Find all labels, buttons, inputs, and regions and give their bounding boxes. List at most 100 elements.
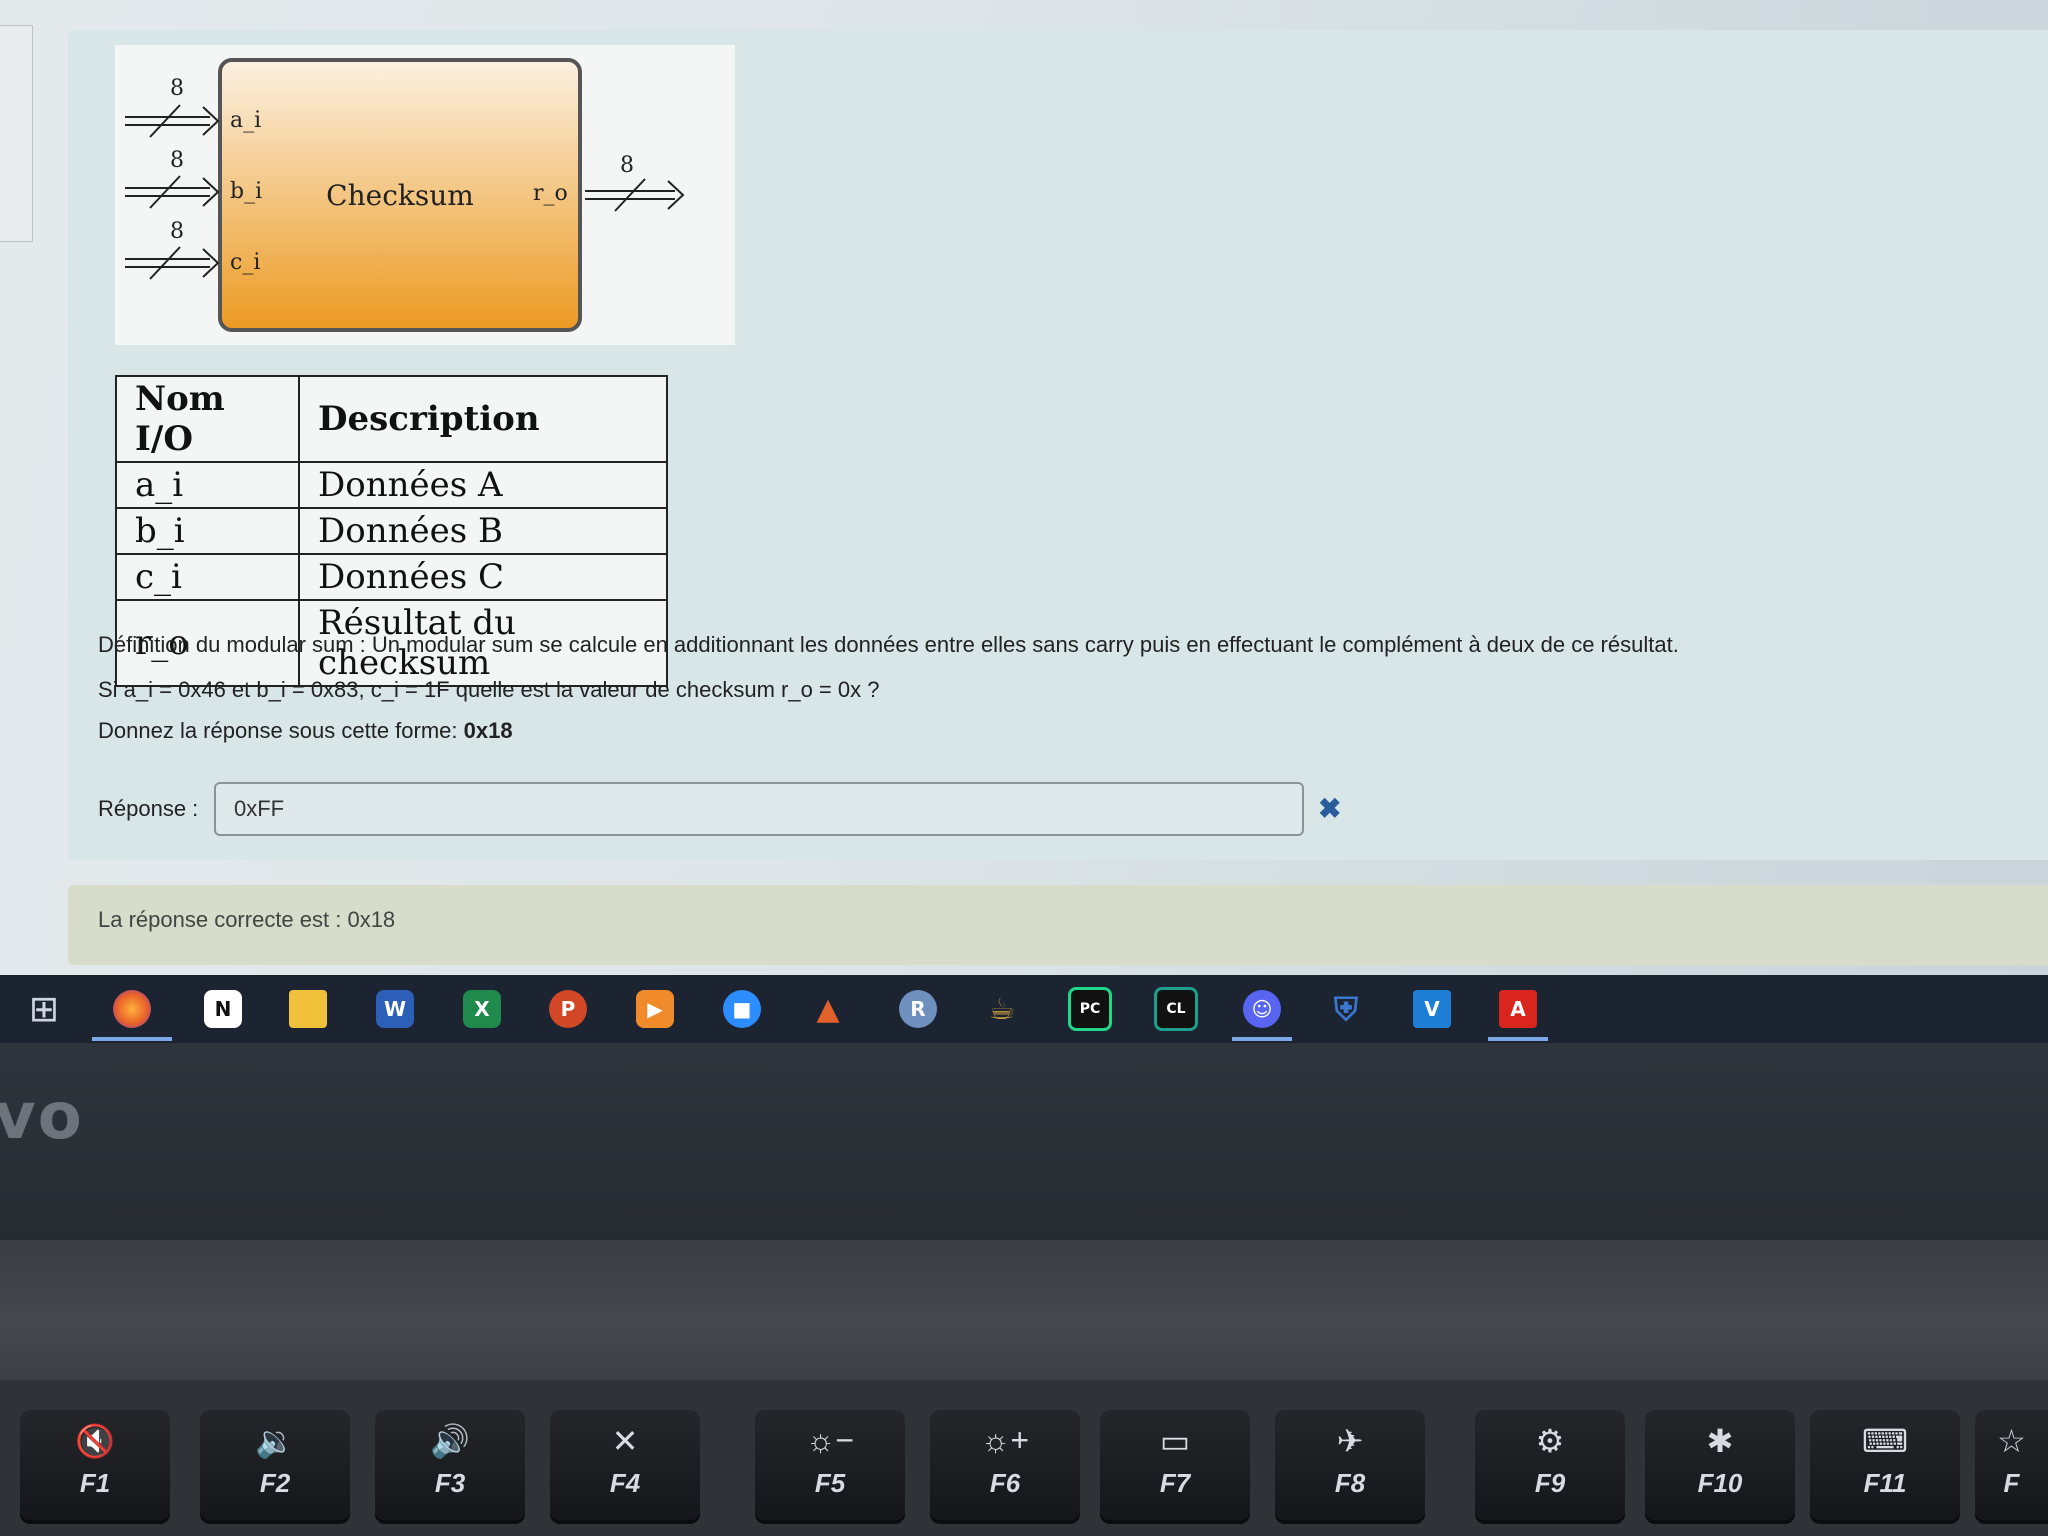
key-f2[interactable]: 🔉 F2 [200, 1410, 350, 1520]
left-nav-panel-edge [0, 25, 33, 242]
key-f9[interactable]: ⚙ F9 [1475, 1410, 1625, 1520]
io-desc-cell: Données B [298, 507, 668, 555]
input-width-c: 8 [170, 219, 184, 244]
table-row: b_i Données B [115, 507, 668, 555]
key-f5[interactable]: ☼− F5 [755, 1410, 905, 1520]
taskbar-powerpoint[interactable]: P [538, 981, 598, 1037]
diagram-svg: Checksum 8 a_i 8 b_i 8 c_i 8 r_o [125, 58, 685, 332]
taskbar-pycharm[interactable]: PC [1060, 981, 1120, 1037]
taskbar-word[interactable]: W [365, 981, 425, 1037]
taskbar-discord[interactable]: ☺ [1232, 981, 1292, 1041]
bluetooth-icon: ✱ [1706, 1423, 1734, 1459]
input-label-b: b_i [230, 179, 262, 204]
screen: Checksum 8 a_i 8 b_i 8 c_i 8 r_o Nom I/O… [0, 0, 2048, 975]
vscode-icon: V [1413, 990, 1451, 1028]
answer-format-prefix: Donnez la réponse sous cette forme: [98, 718, 464, 743]
answer-format-hint: Donnez la réponse sous cette forme: 0x18 [98, 718, 513, 744]
taskbar-r[interactable]: R [888, 981, 948, 1037]
powerpoint-icon: P [549, 990, 587, 1028]
table-row: c_i Données C [115, 553, 668, 601]
taskbar-matlab[interactable]: ▲ [798, 981, 858, 1037]
output-label-r: r_o [533, 181, 568, 206]
key-f12[interactable]: ☆ F [1975, 1410, 2048, 1520]
volume-up-icon: 🔊 [430, 1423, 470, 1459]
shield-icon: ⛨ [1333, 989, 1358, 1028]
input-width-b: 8 [170, 148, 184, 173]
table-row: a_i Données A [115, 461, 668, 509]
input-width-a: 8 [170, 76, 184, 101]
correct-answer-feedback: La réponse correcte est : 0x18 [68, 885, 2048, 965]
keyboard-icon: ⌨ [1861, 1423, 1909, 1459]
io-table-header-description: Description [298, 375, 668, 463]
io-desc-cell: Données C [298, 553, 668, 601]
key-f3[interactable]: 🔊 F3 [375, 1410, 525, 1520]
key-label: F5 [814, 1468, 846, 1498]
output-width-r: 8 [620, 153, 634, 178]
question-prompt: Si a_i = 0x46 et b_i = 0x83, c_i = 1F qu… [98, 677, 880, 702]
key-label: F11 [1863, 1468, 1907, 1498]
correct-answer-text: La réponse correcte est : 0x18 [98, 907, 396, 932]
media-player-icon: ▶ [636, 990, 674, 1028]
key-f11[interactable]: ⌨ F11 [1810, 1410, 1960, 1520]
key-label: F10 [1697, 1468, 1743, 1498]
key-label: F6 [989, 1468, 1021, 1498]
taskbar-excel[interactable]: X [452, 981, 512, 1037]
input-label-c: c_i [230, 250, 260, 275]
key-label: F1 [79, 1468, 111, 1498]
brightness-up-icon: ☼+ [980, 1422, 1029, 1458]
volume-down-icon: 🔉 [255, 1423, 295, 1459]
modular-sum-definition: Définition du modular sum : Un modular s… [98, 632, 1679, 657]
acrobat-icon: A [1499, 990, 1537, 1028]
key-label: F2 [259, 1468, 291, 1498]
key-label: F4 [609, 1468, 641, 1498]
key-f7[interactable]: ▭ F7 [1100, 1410, 1250, 1520]
taskbar-security[interactable]: ⛨ [1316, 981, 1376, 1037]
word-icon: W [376, 990, 414, 1028]
laptop-brand-logo: vo [0, 1080, 84, 1154]
taskbar-firefox[interactable] [92, 981, 172, 1041]
discord-icon: ☺ [1243, 990, 1281, 1028]
taskbar-file-explorer[interactable] [278, 981, 338, 1037]
wrong-cross-icon: ✖ [1318, 793, 1342, 824]
matlab-icon: ▲ [816, 991, 840, 1027]
key-label: F3 [434, 1468, 466, 1498]
io-table-header-name: Nom I/O [115, 375, 300, 463]
taskbar-clion[interactable]: CL [1146, 981, 1206, 1037]
star-icon: ☆ [1997, 1423, 2026, 1459]
brightness-down-icon: ☼− [805, 1422, 854, 1458]
io-table-header-row: Nom I/O Description [115, 375, 668, 463]
notion-icon: N [204, 990, 242, 1028]
jupyter-icon: ☕ [988, 991, 1016, 1027]
key-f4[interactable]: ✕ F4 [550, 1410, 700, 1520]
excel-icon: X [463, 990, 501, 1028]
taskbar-acrobat[interactable]: A [1488, 981, 1548, 1041]
answer-label: Réponse : [98, 796, 199, 821]
key-label: F7 [1159, 1468, 1191, 1498]
settings-gear-icon: ⚙ [1535, 1423, 1565, 1459]
airplane-mode-icon: ✈ [1336, 1423, 1364, 1459]
mic-mute-icon: ✕ [611, 1423, 639, 1459]
pycharm-icon: PC [1068, 987, 1112, 1031]
display-switch-icon: ▭ [1159, 1423, 1191, 1459]
key-f8[interactable]: ✈ F8 [1275, 1410, 1425, 1520]
taskbar-vscode[interactable]: V [1402, 981, 1462, 1037]
io-desc-cell: Données A [298, 461, 668, 509]
taskbar-notion[interactable]: N [193, 981, 253, 1037]
taskbar-zoom[interactable]: ■ [712, 981, 772, 1037]
firefox-icon [113, 990, 151, 1028]
key-f10[interactable]: ✱ F10 [1645, 1410, 1795, 1520]
answer-input[interactable] [214, 782, 1304, 836]
key-label: F8 [1334, 1468, 1366, 1498]
key-label: F [2003, 1468, 2020, 1498]
key-f6[interactable]: ☼+ F6 [930, 1410, 1080, 1520]
checksum-block-label: Checksum [326, 179, 474, 212]
io-name-cell: a_i [115, 461, 300, 509]
input-label-a: a_i [230, 108, 261, 133]
folder-icon [289, 990, 327, 1028]
taskbar-jupyter[interactable]: ☕ [972, 981, 1032, 1037]
task-view-button[interactable]: ⊞ [14, 981, 74, 1037]
task-view-icon: ⊞ [28, 988, 60, 1029]
taskbar-media-player[interactable]: ▶ [625, 981, 685, 1037]
mute-icon: 🔇 [75, 1423, 115, 1459]
key-f1[interactable]: 🔇 F1 [20, 1410, 170, 1520]
